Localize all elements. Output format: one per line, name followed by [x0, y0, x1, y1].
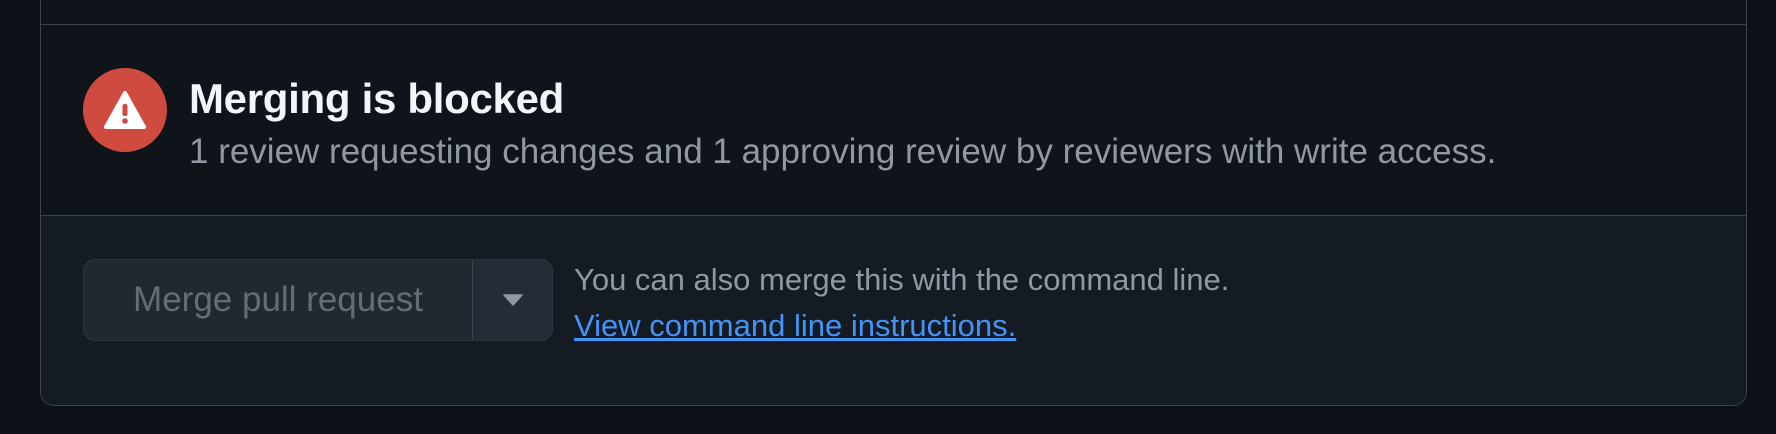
merge-box: Merging is blocked 1 review requesting c…	[40, 0, 1747, 406]
merge-status-section: Merging is blocked 1 review requesting c…	[41, 25, 1746, 215]
alert-icon	[83, 68, 167, 152]
merge-actions-section: Merge pull request You can also merge th…	[41, 216, 1746, 405]
triangle-down-icon	[502, 294, 523, 306]
merge-pull-request-button[interactable]: Merge pull request	[84, 260, 473, 340]
merge-status-description: 1 review requesting changes and 1 approv…	[189, 132, 1497, 171]
merge-button-group: Merge pull request	[83, 259, 553, 341]
merge-status-title: Merging is blocked	[189, 75, 564, 122]
merge-method-dropdown-button[interactable]	[473, 260, 552, 340]
command-line-instructions-link[interactable]: View command line instructions.	[574, 308, 1016, 344]
page: Merging is blocked 1 review requesting c…	[0, 0, 1776, 434]
command-line-hint: You can also merge this with the command…	[574, 262, 1230, 297]
